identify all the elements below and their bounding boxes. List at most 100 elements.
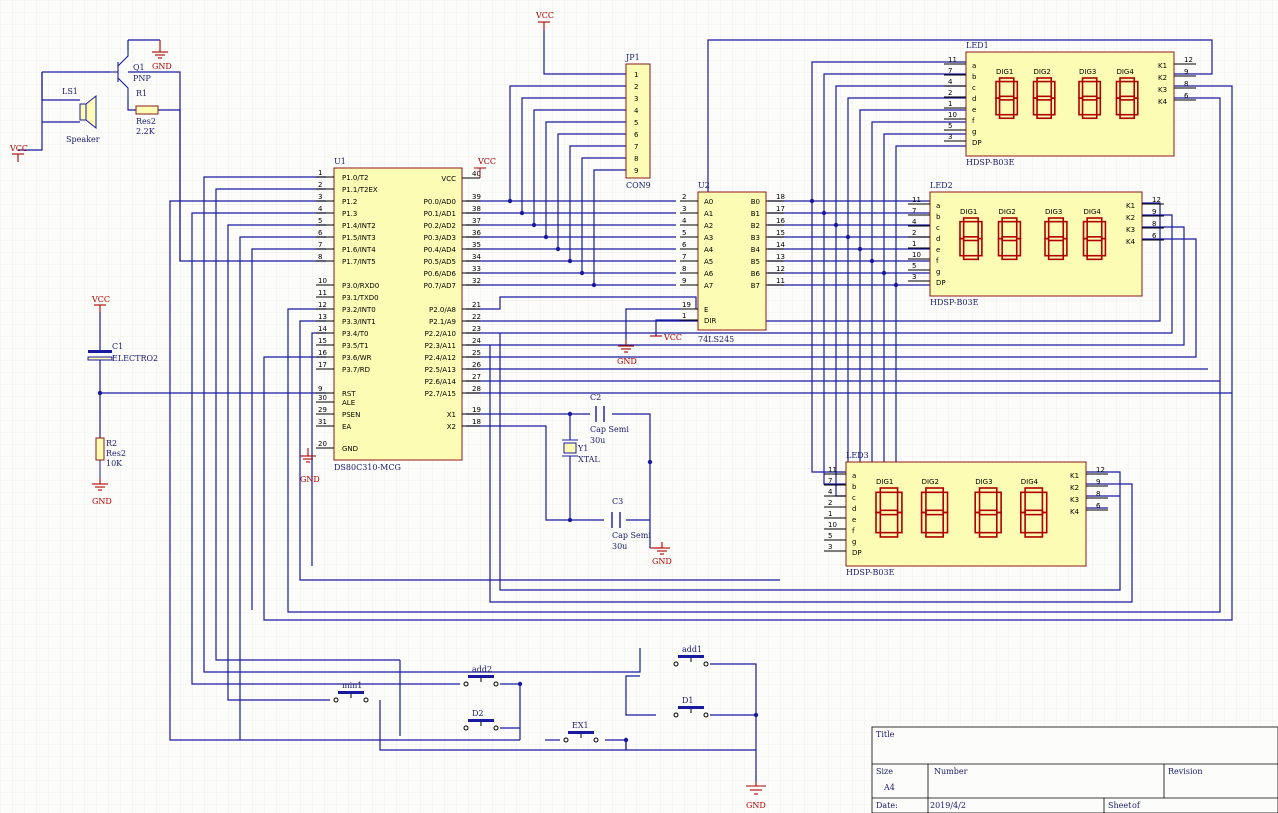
u1-pin-name: P0.5/AD5 (424, 258, 456, 266)
date-label: Date: (876, 801, 898, 810)
led-digit-label: DIG2 (1033, 68, 1050, 76)
led-pin-number: 7 (912, 207, 916, 215)
led-digit-label: DIG1 (876, 478, 893, 486)
u1-pin-number: 27 (472, 373, 481, 381)
led-seg-label: c (972, 84, 976, 92)
size-value: A4 (883, 783, 895, 792)
u1-pin-number: 3 (318, 193, 322, 201)
q1-type: PNP (133, 74, 151, 83)
led-pin-number: 4 (912, 218, 917, 226)
led-display-2[interactable]: LED2HDSP-B03E11a7b4c2d1e10f5g3DP12K19K28… (908, 181, 1164, 307)
u1-pin-name: P3.5/T1 (342, 342, 368, 350)
led-digit-label: DIG4 (1084, 208, 1102, 216)
u1-pin-number: 32 (472, 277, 481, 285)
led-seg-label: d (852, 505, 856, 513)
u1-pin-number: 31 (318, 418, 327, 426)
led-seg-label: a (972, 62, 976, 70)
u1-pin-name: P1.7/INT5 (342, 258, 376, 266)
u2-pin-number: 3 (682, 205, 686, 213)
led-pin-number: 3 (828, 543, 832, 551)
junction-dot (507, 198, 513, 204)
u2-part: 74LS245 (698, 335, 734, 344)
r1-resistor[interactable] (135, 105, 159, 115)
u1-pin-number: 34 (472, 253, 481, 261)
u2-pin-number: 4 (682, 217, 687, 225)
u1-pin-name: P2.5/A13 (425, 366, 456, 374)
led-common-label: K4 (1158, 98, 1168, 106)
gnd-label-buttons: GND (746, 801, 766, 810)
led-digit-label: DIG1 (996, 68, 1013, 76)
led-pin-number: 8 (1152, 220, 1156, 228)
u1-pin-name: P1.1/T2EX (342, 186, 378, 194)
led-common-label: K3 (1126, 226, 1135, 234)
jp1-connector[interactable]: 1 2 3 4 5 6 7 8 9 (625, 63, 651, 179)
u1-pin-number: 22 (472, 313, 481, 321)
led-pin-number: 12 (1184, 56, 1193, 64)
u1-pin-number: 37 (472, 217, 481, 225)
junction-dot (869, 258, 875, 264)
led-pin-number: 7 (828, 477, 832, 485)
u2-pin-name: A6 (704, 270, 714, 278)
led-pin-number: 9 (1184, 68, 1188, 76)
jp1-pin-number: 6 (634, 131, 639, 139)
led-seg-label: d (936, 235, 940, 243)
u2-pin-name: B3 (751, 234, 760, 242)
junction-dot (517, 681, 523, 687)
u1-pin-number: 15 (318, 337, 327, 345)
u1-pin-number: 19 (472, 406, 481, 414)
u1-pin-name: P0.2/AD2 (424, 222, 456, 230)
y1-ref: Y1 (577, 444, 588, 453)
led-seg-label: g (972, 128, 976, 136)
revision-label: Revision (1168, 767, 1202, 776)
u1-pin-number: 7 (318, 241, 322, 249)
led-pin-number: 1 (912, 240, 916, 248)
led-display-3[interactable]: LED3HDSP-B03E11a7b4c2d1e10f5g3DP12K19K28… (824, 451, 1108, 577)
u1-pin-number: 29 (318, 406, 327, 414)
u2-pin-name: B4 (751, 246, 761, 254)
u2-pin-number: 7 (682, 253, 686, 261)
led-common-label: K3 (1070, 496, 1079, 504)
led-seg-label: d (972, 95, 976, 103)
led-common-label: K1 (1158, 62, 1167, 70)
u1-pin-number: 8 (318, 253, 322, 261)
led-seg-label: e (852, 516, 856, 524)
vcc-label-jp1: VCC (535, 11, 554, 20)
led-digit-label: DIG3 (1045, 208, 1062, 216)
u2-pin-number: 18 (776, 193, 785, 201)
u1-pin-number: 39 (472, 193, 481, 201)
u2-pin-name: B0 (751, 198, 760, 206)
pushbutton-label: D1 (682, 696, 694, 705)
junction-dot (845, 234, 851, 240)
junction-dot (567, 258, 573, 264)
led-seg-label: a (852, 472, 856, 480)
u2-pin-number: 19 (682, 301, 691, 309)
led-part: HDSP-B03E (966, 158, 1015, 167)
u1-pin-name: P2.4/A12 (425, 354, 456, 362)
u1-pin-name: P3.1/TXD0 (342, 294, 379, 302)
led-seg-label: c (852, 494, 856, 502)
u1-pin-number: 4 (318, 205, 323, 213)
junction-dot (647, 459, 653, 465)
c3-part: Cap Semi (612, 531, 651, 540)
led-pin-number: 5 (912, 262, 916, 270)
u1-ref: U1 (334, 157, 346, 166)
led-pin-number: 4 (828, 488, 833, 496)
y1-part: XTAL (578, 455, 600, 464)
u1-chip[interactable]: 1 P1.0/T2 2 P1.1/T2EX 3 P1.2 4 P1.3 5 P1.4/INT2 6 P… (316, 167, 481, 461)
junction-dot (531, 222, 537, 228)
led-common-label: K3 (1158, 86, 1167, 94)
pushbutton-label: add1 (682, 645, 702, 654)
gnd-label-u1: GND (300, 475, 320, 484)
led-common-label: K1 (1070, 472, 1079, 480)
led-display-1[interactable]: LED1HDSP-B03E11a7b4c2d1e10f5g3DP12K19K28… (944, 41, 1196, 167)
pushbutton-label: add2 (472, 665, 492, 674)
r2-resistor[interactable] (95, 437, 105, 461)
led-pin-number: 5 (828, 532, 832, 540)
jp1-pin-number: 9 (634, 167, 638, 175)
u2-pin-name: A5 (704, 258, 713, 266)
jp1-pin-number: 4 (634, 107, 639, 115)
u1-pin-name: PSEN (342, 411, 360, 419)
u1-pin-name: P1.4/INT2 (342, 222, 376, 230)
led-common-label: K2 (1070, 484, 1079, 492)
r1-part: Res2 (136, 117, 156, 126)
